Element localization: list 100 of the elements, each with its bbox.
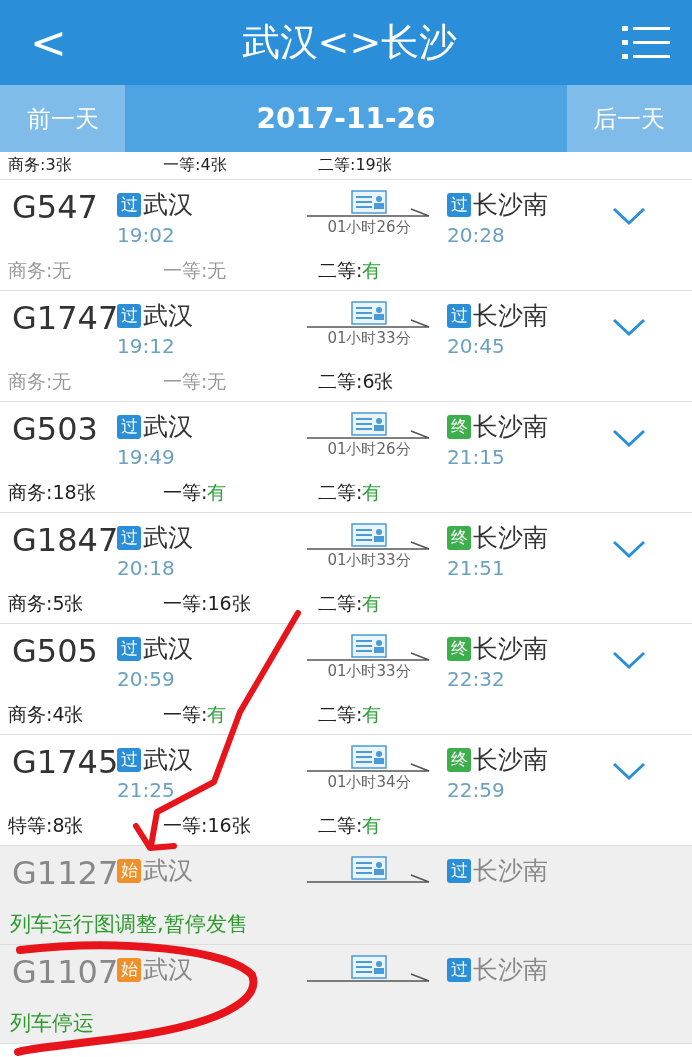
station-badge: 过 — [447, 957, 471, 982]
seat-availability: 一等:无 — [163, 369, 228, 394]
station-badge: 终 — [447, 636, 471, 661]
seat-availability: 一等:无 — [163, 258, 228, 283]
departure-time: 20:18 — [117, 556, 176, 580]
seat-availability: 二等:有 — [318, 702, 383, 727]
train-number: G1107 — [11, 953, 117, 991]
arrival-station: 长沙南 — [473, 300, 548, 332]
station-badge: 始 — [117, 858, 141, 883]
ticket-icon — [351, 856, 387, 880]
arrival-station: 长沙南 — [473, 189, 548, 221]
ticket-icon — [351, 955, 387, 979]
train-row[interactable]: G505 过 武汉 20:59 01小时33分 终 长沙南 22:32 商务:4张 一等:有 二等:有 — [0, 624, 692, 735]
chevron-down-icon[interactable] — [612, 650, 646, 670]
departure-station: 武汉 — [143, 855, 193, 887]
duration-label: 01小时33分 — [327, 551, 411, 570]
menu-icon[interactable] — [622, 23, 670, 62]
station-badge: 过 — [117, 414, 141, 439]
seat-availability: 二等:6张 — [318, 369, 395, 394]
seat-availability: 特等:8张 — [8, 813, 85, 838]
arrival-station: 长沙南 — [473, 954, 548, 986]
train-number: G547 — [11, 188, 99, 226]
station-badge: 过 — [447, 858, 471, 883]
station-badge: 过 — [117, 192, 141, 217]
status-note: 列车运行图调整,暂停发售 — [9, 911, 249, 938]
date-label: 2017-11-26 — [256, 102, 436, 135]
chevron-down-icon[interactable] — [612, 317, 646, 337]
seat-availability: 二等:有 — [318, 480, 383, 505]
ticket-icon — [351, 523, 387, 547]
seat-availability: 商务:无 — [8, 369, 73, 394]
duration-label: 01小时33分 — [327, 662, 411, 681]
departure-station: 武汉 — [143, 411, 193, 443]
seat-availability: 一等:有 — [163, 480, 228, 505]
seat-availability: 二等:19张 — [318, 155, 393, 176]
arrival-time: 21:15 — [447, 445, 506, 469]
arrival-station: 长沙南 — [473, 522, 548, 554]
station-badge: 终 — [447, 525, 471, 550]
chevron-down-icon[interactable] — [612, 206, 646, 226]
train-row[interactable]: G547 过 武汉 19:02 01小时26分 过 长沙南 20:28 商务:无 一等:无 二等:有 — [0, 180, 692, 291]
departure-station: 武汉 — [143, 744, 193, 776]
seat-availability: 一等:4张 — [163, 155, 228, 176]
departure-station: 武汉 — [143, 633, 193, 665]
arrival-station: 长沙南 — [473, 744, 548, 776]
departure-time: 21:25 — [117, 778, 176, 802]
departure-time: 19:12 — [117, 334, 176, 358]
seat-availability: 二等:有 — [318, 591, 383, 616]
page-title: 武汉<>长沙 — [241, 19, 458, 66]
train-number: G1745 — [11, 743, 117, 781]
departure-time: 19:49 — [117, 445, 176, 469]
arrival-time: 22:32 — [447, 667, 506, 691]
train-row[interactable]: G503 过 武汉 19:49 01小时26分 终 长沙南 21:15 商务:18张 一等:有 二等:有 — [0, 402, 692, 513]
chevron-down-icon[interactable] — [612, 539, 646, 559]
seat-availability: 二等:有 — [318, 258, 383, 283]
seat-availability: 二等:有 — [318, 813, 383, 838]
chevron-down-icon[interactable] — [612, 428, 646, 448]
station-badge: 过 — [117, 525, 141, 550]
station-badge: 过 — [447, 303, 471, 328]
station-badge: 终 — [447, 414, 471, 439]
departure-station: 武汉 — [143, 300, 193, 332]
departure-time: 20:59 — [117, 667, 176, 691]
seat-availability: 商务:18张 — [8, 480, 97, 505]
station-badge: 过 — [117, 303, 141, 328]
duration-label: 01小时34分 — [327, 773, 411, 792]
station-badge: 终 — [447, 747, 471, 772]
ticket-icon — [351, 745, 387, 769]
arrival-time: 21:51 — [447, 556, 506, 580]
duration-label: 01小时26分 — [327, 440, 411, 459]
arrival-time: 20:45 — [447, 334, 506, 358]
arrival-station: 长沙南 — [473, 411, 548, 443]
seat-availability: 商务:5张 — [8, 591, 85, 616]
station-badge: 过 — [117, 636, 141, 661]
chevron-down-icon[interactable] — [612, 761, 646, 781]
departure-station: 武汉 — [143, 522, 193, 554]
seat-availability: 商务:无 — [8, 258, 73, 283]
station-badge: 过 — [117, 747, 141, 772]
train-number: G1847 — [11, 521, 117, 559]
arrival-station: 长沙南 — [473, 855, 548, 887]
train-number: G505 — [11, 632, 99, 670]
ticket-icon — [351, 190, 387, 214]
departure-time: 19:02 — [117, 223, 176, 247]
duration-label: 01小时33分 — [327, 329, 411, 348]
seat-availability: 商务:4张 — [8, 702, 85, 727]
ticket-icon — [351, 412, 387, 436]
station-badge: 始 — [117, 957, 141, 982]
seat-availability: 商务:3张 — [8, 155, 73, 176]
seat-availability: 一等:有 — [163, 702, 228, 727]
train-number: G503 — [11, 410, 99, 448]
departure-station: 武汉 — [143, 954, 193, 986]
station-badge: 过 — [447, 192, 471, 217]
status-note: 列车停运 — [9, 1010, 95, 1037]
seat-availability: 一等:16张 — [163, 813, 252, 838]
arrival-time: 20:28 — [447, 223, 506, 247]
arrival-station: 长沙南 — [473, 633, 548, 665]
seat-availability: 一等:16张 — [163, 591, 252, 616]
train-number: G1747 — [11, 299, 117, 337]
arrival-time: 22:59 — [447, 778, 506, 802]
departure-station: 武汉 — [143, 189, 193, 221]
ticket-icon — [351, 301, 387, 325]
duration-label: 01小时26分 — [327, 218, 411, 237]
train-number: G1127 — [11, 854, 117, 892]
